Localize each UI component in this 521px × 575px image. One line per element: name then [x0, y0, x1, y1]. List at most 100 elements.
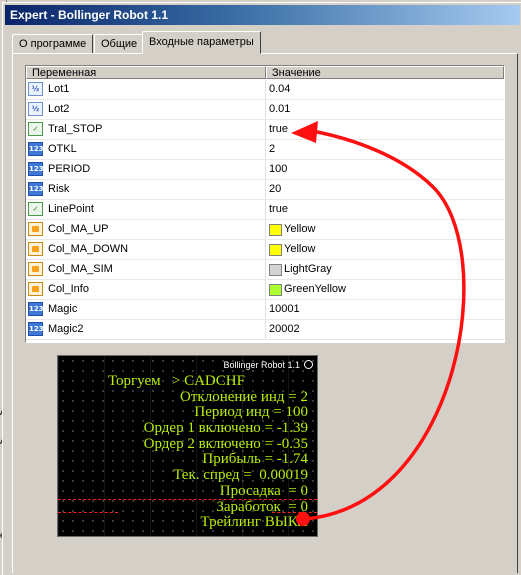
parameter-name: Magic: [48, 303, 78, 315]
chart-expert-title: Bollinger Robot 1.1: [223, 360, 300, 370]
parameter-value-cell[interactable]: GreenYellow: [267, 280, 503, 299]
info-line: Ордер 2 включено = -0.35: [66, 435, 308, 453]
parameter-row[interactable]: 123 OTKL 2: [26, 140, 504, 160]
parameter-row[interactable]: ✓ LinePoint true: [26, 200, 504, 220]
parameter-row[interactable]: ✓ Tral_STOP true: [26, 120, 504, 140]
parameter-row[interactable]: 123 Risk 20: [26, 180, 504, 200]
parameter-value-cell[interactable]: 20002: [267, 320, 503, 339]
parameter-row[interactable]: Col_Info GreenYellow: [26, 280, 504, 300]
parameter-value-cell[interactable]: Yellow: [267, 240, 503, 259]
double-type-icon: ½: [28, 102, 43, 116]
parameter-name: Risk: [48, 183, 70, 195]
parameter-value: LightGray: [284, 263, 332, 275]
parameter-value-cell[interactable]: LightGray: [267, 260, 503, 279]
grid-header: Переменная Значение: [26, 66, 504, 80]
parameter-name: Col_MA_UP: [48, 223, 109, 235]
parameter-value-cell[interactable]: 10001: [267, 300, 503, 319]
parameter-row[interactable]: Col_MA_DOWN Yellow: [26, 240, 504, 260]
bool-type-icon: ✓: [28, 122, 43, 136]
parameter-row[interactable]: 123 Magic2 20002: [26, 320, 504, 340]
parameter-name: PERIOD: [48, 163, 91, 175]
parameter-value: 100: [269, 163, 288, 175]
parameter-name: OTKL: [48, 143, 77, 155]
parameter-value-cell[interactable]: true: [267, 200, 503, 219]
parameter-value: true: [269, 123, 288, 135]
tab-inputs[interactable]: Входные параметры: [142, 31, 261, 54]
title-bar[interactable]: Expert - Bollinger Robot 1.1: [5, 5, 520, 25]
info-line: Ордер 1 включено = -1.39: [66, 420, 308, 437]
int-type-icon: 123: [28, 182, 44, 196]
info-line: Отклонение инд = 2: [66, 389, 308, 406]
parameter-value-cell[interactable]: 0.01: [267, 100, 503, 119]
parameter-value: Yellow: [284, 223, 316, 235]
parameter-value: 0.01: [269, 103, 291, 115]
parameter-value: 20002: [269, 323, 300, 335]
int-type-icon: 123: [28, 322, 44, 336]
tab-common[interactable]: Общие: [94, 34, 145, 53]
parameter-row[interactable]: Col_MA_SIM LightGray: [26, 260, 504, 280]
tab-about[interactable]: О программе: [12, 34, 94, 53]
parameter-value-cell[interactable]: Yellow: [267, 220, 503, 239]
int-type-icon: 123: [28, 142, 44, 156]
info-line-text: Просадка = 0: [219, 482, 308, 499]
info-line-text: Трейлинг ВЫКЛ: [200, 514, 308, 531]
parameter-value-cell[interactable]: 100: [267, 160, 503, 179]
parameter-row[interactable]: Col_MA_UP Yellow: [26, 220, 504, 240]
chart-info-screenshot: Bollinger Robot 1.1 Торгуем > CADCHF Откл…: [57, 355, 318, 537]
parameter-row[interactable]: 123 PERIOD 100: [26, 160, 504, 180]
parameter-row[interactable]: 123 Magic 10001: [26, 300, 504, 320]
window-title: Expert - Bollinger Robot 1.1: [10, 8, 169, 22]
info-line: Торгуем > CADCHF: [66, 373, 308, 390]
parameter-value: 20: [269, 183, 282, 195]
parameter-name-cell[interactable]: Col_MA_UP: [26, 220, 266, 239]
smiley-icon: [304, 360, 313, 369]
parameter-value: true: [269, 203, 288, 215]
info-line-text: Тек. спред = 0.00019: [173, 467, 308, 484]
double-type-icon: ½: [28, 82, 43, 96]
parameter-value: 10001: [269, 303, 300, 315]
parameter-name-cell[interactable]: 123 OTKL: [26, 140, 266, 159]
parameter-value: 0.04: [269, 83, 291, 95]
parameter-row[interactable]: ½ Lot1 0.04: [26, 80, 504, 100]
parameter-name-cell[interactable]: ½ Lot1: [26, 80, 266, 99]
info-line-text: Ордер 2 включено = -0.35: [143, 435, 308, 452]
info-line-text: Период инд = 100: [194, 404, 308, 421]
color-swatch: [269, 284, 282, 296]
info-line: Прибыль = -1.74: [66, 452, 308, 468]
parameter-value-cell[interactable]: 2: [267, 140, 503, 159]
parameter-name-cell[interactable]: ✓ LinePoint: [26, 200, 266, 219]
info-line: Тек. спред = 0.00019: [66, 467, 308, 484]
parameter-name-cell[interactable]: ✓ Tral_STOP: [26, 120, 266, 139]
parameter-value-cell[interactable]: true: [267, 120, 503, 139]
parameter-name-cell[interactable]: 123 Magic2: [26, 320, 266, 339]
parameter-name: Tral_STOP: [48, 123, 103, 135]
info-line-text: Заработок = 0: [216, 498, 308, 515]
parameter-name-cell[interactable]: 123 PERIOD: [26, 160, 266, 179]
parameter-row[interactable]: ½ Lot2 0.01: [26, 100, 504, 120]
parameter-value: 2: [269, 143, 276, 155]
parameter-value-cell[interactable]: 20: [267, 180, 503, 199]
parameter-name: Col_Info: [48, 283, 89, 295]
parameter-name-cell[interactable]: 123 Magic: [26, 300, 266, 319]
parameter-value: GreenYellow: [284, 283, 346, 295]
color-swatch: [269, 224, 282, 236]
color-swatch: [269, 244, 282, 256]
info-line: Период инд = 100: [66, 405, 308, 421]
parameter-value-cell[interactable]: 0.04: [267, 80, 503, 99]
info-line: Просадка = 0: [66, 482, 308, 500]
parameter-name-cell[interactable]: Col_MA_DOWN: [26, 240, 266, 259]
parameter-name: Magic2: [48, 323, 84, 335]
parameter-name: Col_MA_SIM: [48, 263, 113, 275]
color-type-icon: [28, 242, 43, 256]
info-line: Заработок = 0: [66, 498, 308, 516]
color-swatch: [269, 264, 282, 276]
column-header-value[interactable]: Значение: [266, 66, 504, 79]
parameter-name-cell[interactable]: Col_MA_SIM: [26, 260, 266, 279]
column-header-variable[interactable]: Переменная: [26, 66, 266, 79]
parameter-name: LinePoint: [48, 203, 94, 215]
grid-rows: ½ Lot1 0.04 ½ Lot2 0.01 ✓ Tral_STOP true 123 OTKL 2…: [26, 80, 504, 340]
parameter-name-cell[interactable]: Col_Info: [26, 280, 266, 299]
parameter-name-cell[interactable]: 123 Risk: [26, 180, 266, 199]
color-type-icon: [28, 282, 43, 296]
parameter-name-cell[interactable]: ½ Lot2: [26, 100, 266, 119]
